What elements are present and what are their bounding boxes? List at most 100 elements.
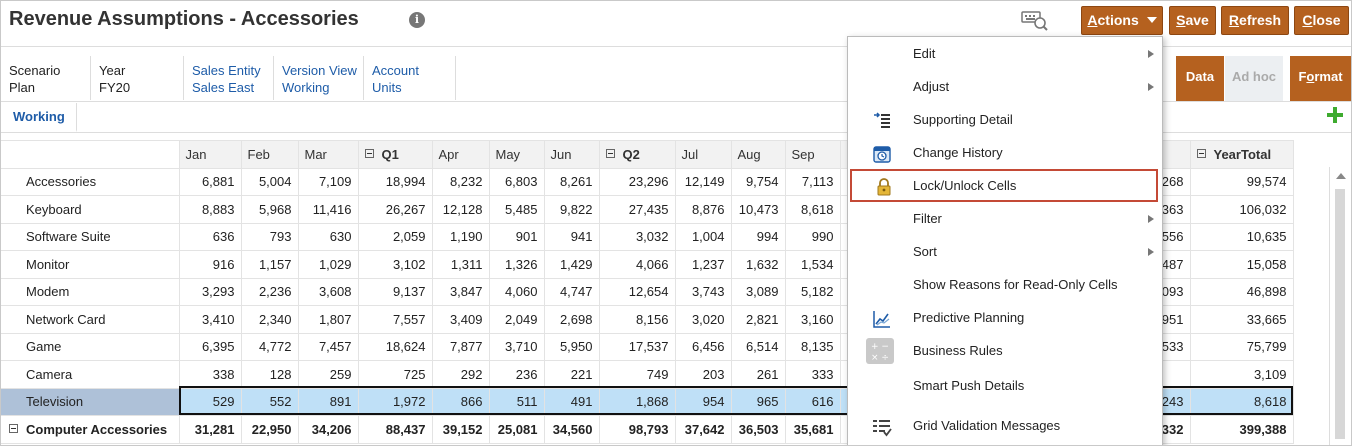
data-cell[interactable]: 18,994 <box>357 167 433 196</box>
data-cell[interactable]: 6,881 <box>178 167 242 196</box>
data-cell[interactable]: 33,665 <box>1189 305 1294 334</box>
col-q2[interactable]: Q2 <box>598 140 676 169</box>
data-cell[interactable]: 31,281 <box>178 415 242 444</box>
data-cell[interactable]: 7,877 <box>431 332 490 361</box>
data-cell[interactable]: 6,514 <box>730 332 786 361</box>
data-cell[interactable]: 7,557 <box>357 305 433 334</box>
data-cell[interactable]: 3,160 <box>784 305 841 334</box>
refresh-button[interactable]: Refresh <box>1221 6 1289 35</box>
data-cell[interactable]: 1,534 <box>784 250 841 279</box>
vertical-scrollbar[interactable] <box>1329 167 1351 445</box>
data-cell[interactable]: 333 <box>784 360 841 389</box>
data-cell[interactable]: 941 <box>543 222 600 251</box>
data-cell[interactable]: 5,968 <box>240 195 299 224</box>
data-cell[interactable]: 37,642 <box>674 415 732 444</box>
data-cell[interactable]: 99,574 <box>1189 167 1294 196</box>
data-cell[interactable]: 399,388 <box>1189 415 1294 444</box>
menu-item-change-history[interactable]: Change History <box>848 136 1162 169</box>
row-label[interactable]: Television <box>1 387 180 416</box>
row-label[interactable]: Camera <box>1 360 180 389</box>
data-cell[interactable]: 98,793 <box>598 415 676 444</box>
col-feb[interactable]: Feb <box>240 140 299 169</box>
data-cell[interactable]: 23,296 <box>598 167 676 196</box>
keyboard-search-icon[interactable] <box>1021 9 1049 33</box>
menu-item-filter[interactable]: Filter <box>848 202 1162 235</box>
tab-data[interactable]: Data <box>1176 56 1224 101</box>
data-cell[interactable]: 3,089 <box>730 277 786 306</box>
row-label[interactable]: Keyboard <box>1 195 180 224</box>
menu-item-predictive-planning[interactable]: Predictive Planning <box>848 301 1162 334</box>
data-cell[interactable]: 866 <box>431 387 490 416</box>
data-cell[interactable]: 9,137 <box>357 277 433 306</box>
col-mar[interactable]: Mar <box>297 140 359 169</box>
data-cell[interactable]: 2,821 <box>730 305 786 334</box>
actions-button[interactable]: Actions <box>1081 6 1163 35</box>
row-label[interactable]: Software Suite <box>1 222 180 251</box>
data-cell[interactable]: 6,456 <box>674 332 732 361</box>
menu-item-supporting-detail[interactable]: Supporting Detail <box>848 103 1162 136</box>
menu-item-sort[interactable]: Sort <box>848 235 1162 268</box>
data-cell[interactable]: 2,236 <box>240 277 299 306</box>
data-cell[interactable]: 552 <box>240 387 299 416</box>
data-cell[interactable]: 954 <box>674 387 732 416</box>
data-cell[interactable]: 3,710 <box>488 332 545 361</box>
data-cell[interactable]: 35,681 <box>784 415 841 444</box>
data-cell[interactable]: 2,059 <box>357 222 433 251</box>
data-cell[interactable]: 18,624 <box>357 332 433 361</box>
data-cell[interactable]: 6,803 <box>488 167 545 196</box>
row-label[interactable]: Computer Accessories <box>1 415 180 444</box>
data-cell[interactable]: 8,156 <box>598 305 676 334</box>
data-cell[interactable]: 5,485 <box>488 195 545 224</box>
pov-version-view[interactable]: Version View Working <box>274 56 364 100</box>
data-cell[interactable]: 25,081 <box>488 415 545 444</box>
col-apr[interactable]: Apr <box>431 140 490 169</box>
menu-item-show-reasons-for-read-only-cells[interactable]: Show Reasons for Read-Only Cells <box>848 268 1162 301</box>
data-cell[interactable]: 12,654 <box>598 277 676 306</box>
data-cell[interactable]: 2,049 <box>488 305 545 334</box>
data-cell[interactable]: 236 <box>488 360 545 389</box>
collapse-icon[interactable] <box>1196 148 1206 158</box>
tab-working[interactable]: Working <box>1 103 77 132</box>
row-label[interactable]: Game <box>1 332 180 361</box>
data-cell[interactable]: 22,950 <box>240 415 299 444</box>
info-icon[interactable]: i <box>409 12 425 28</box>
data-cell[interactable]: 3,409 <box>431 305 490 334</box>
data-cell[interactable]: 3,743 <box>674 277 732 306</box>
col-yeartotal[interactable]: YearTotal <box>1189 140 1294 169</box>
data-cell[interactable]: 529 <box>178 387 242 416</box>
data-cell[interactable]: 4,747 <box>543 277 600 306</box>
data-cell[interactable]: 4,772 <box>240 332 299 361</box>
collapse-icon[interactable] <box>605 148 615 158</box>
data-cell[interactable]: 2,340 <box>240 305 299 334</box>
data-cell[interactable]: 1,632 <box>730 250 786 279</box>
data-cell[interactable]: 7,109 <box>297 167 359 196</box>
data-cell[interactable]: 725 <box>357 360 433 389</box>
tab-format[interactable]: Format <box>1290 56 1351 101</box>
data-cell[interactable]: 3,293 <box>178 277 242 306</box>
data-cell[interactable]: 8,618 <box>1189 387 1294 416</box>
data-cell[interactable]: 34,560 <box>543 415 600 444</box>
col-sep[interactable]: Sep <box>784 140 841 169</box>
data-cell[interactable]: 636 <box>178 222 242 251</box>
data-cell[interactable]: 10,473 <box>730 195 786 224</box>
data-cell[interactable]: 11,416 <box>297 195 359 224</box>
tab-adhoc[interactable]: Ad hoc <box>1225 56 1283 101</box>
data-cell[interactable]: 990 <box>784 222 841 251</box>
data-cell[interactable]: 17,537 <box>598 332 676 361</box>
data-cell[interactable]: 8,618 <box>784 195 841 224</box>
menu-item-grid-validation-messages[interactable]: Grid Validation Messages <box>848 409 1162 442</box>
data-cell[interactable]: 75,799 <box>1189 332 1294 361</box>
data-cell[interactable]: 46,898 <box>1189 277 1294 306</box>
collapse-icon[interactable] <box>9 423 18 433</box>
data-cell[interactable]: 511 <box>488 387 545 416</box>
menu-item-business-rules[interactable]: + − × ÷ Business Rules <box>848 334 1162 367</box>
save-button[interactable]: Save <box>1169 6 1216 35</box>
col-may[interactable]: May <box>488 140 545 169</box>
data-cell[interactable]: 3,109 <box>1189 360 1294 389</box>
data-cell[interactable]: 1,326 <box>488 250 545 279</box>
data-cell[interactable]: 5,004 <box>240 167 299 196</box>
menu-item-edit[interactable]: Edit <box>848 37 1162 70</box>
data-cell[interactable]: 1,972 <box>357 387 433 416</box>
data-cell[interactable]: 8,876 <box>674 195 732 224</box>
collapse-icon[interactable] <box>364 148 374 158</box>
